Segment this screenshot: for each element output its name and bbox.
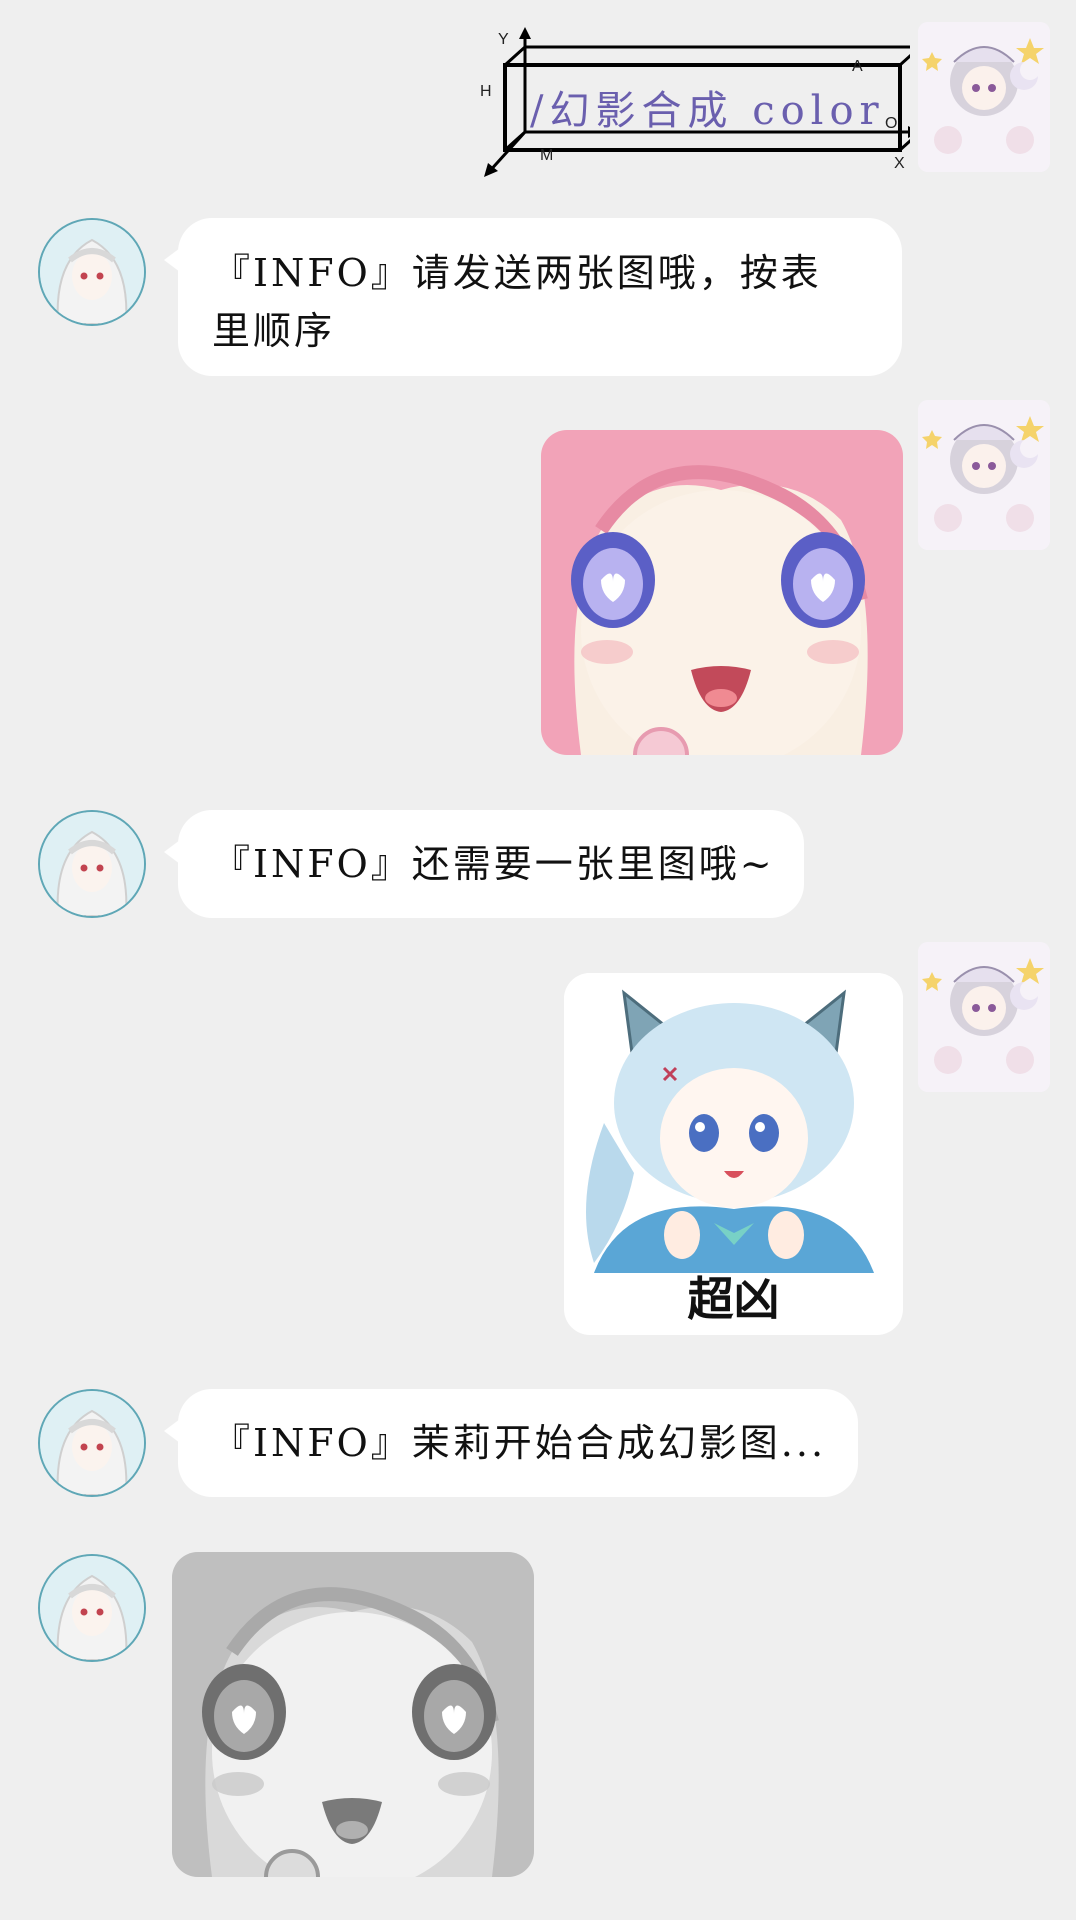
white-hair-girl-avatar-image [40, 1556, 144, 1660]
banner-title: /幻影合成 color [530, 88, 885, 134]
pink-hair-anime-face-image [541, 430, 903, 755]
axis-label-y: Y [498, 31, 509, 48]
image-caption: 超凶 [687, 1272, 780, 1326]
white-hair-girl-avatar-image [40, 220, 144, 324]
blue-cat-ear-anime-girl-image [564, 973, 903, 1273]
axis-label-a: A [852, 58, 863, 75]
message-bubble[interactable]: 『INFO』茉莉开始合成幻影图... [164, 1389, 858, 1497]
bot-avatar[interactable] [38, 218, 146, 326]
chibi-girl-avatar-image [918, 400, 1050, 550]
axis-label-o: O [885, 115, 898, 132]
image-message[interactable]: 超凶 [564, 973, 903, 1335]
white-hair-girl-avatar-image [40, 1391, 144, 1495]
chibi-girl-avatar-image [918, 22, 1050, 172]
axis-label-m: M [540, 147, 554, 164]
user-avatar[interactable] [918, 942, 1050, 1092]
axis-label-h: H [480, 83, 492, 100]
message-bubble[interactable]: 『INFO』还需要一张里图哦~ [164, 810, 804, 918]
white-hair-girl-avatar-image [40, 812, 144, 916]
user-avatar[interactable] [918, 22, 1050, 172]
bot-avatar[interactable] [38, 810, 146, 918]
message-bubble[interactable]: 『INFO』请发送两张图哦，按表 里顺序 [164, 218, 902, 376]
axis-label-x: X [894, 155, 905, 172]
user-avatar[interactable] [918, 400, 1050, 550]
bot-avatar[interactable] [38, 1554, 146, 1662]
image-message[interactable] [172, 1552, 534, 1877]
grayscale-anime-face-image [172, 1552, 534, 1877]
chibi-girl-avatar-image [918, 942, 1050, 1092]
image-message[interactable] [541, 430, 903, 755]
bot-avatar[interactable] [38, 1389, 146, 1497]
